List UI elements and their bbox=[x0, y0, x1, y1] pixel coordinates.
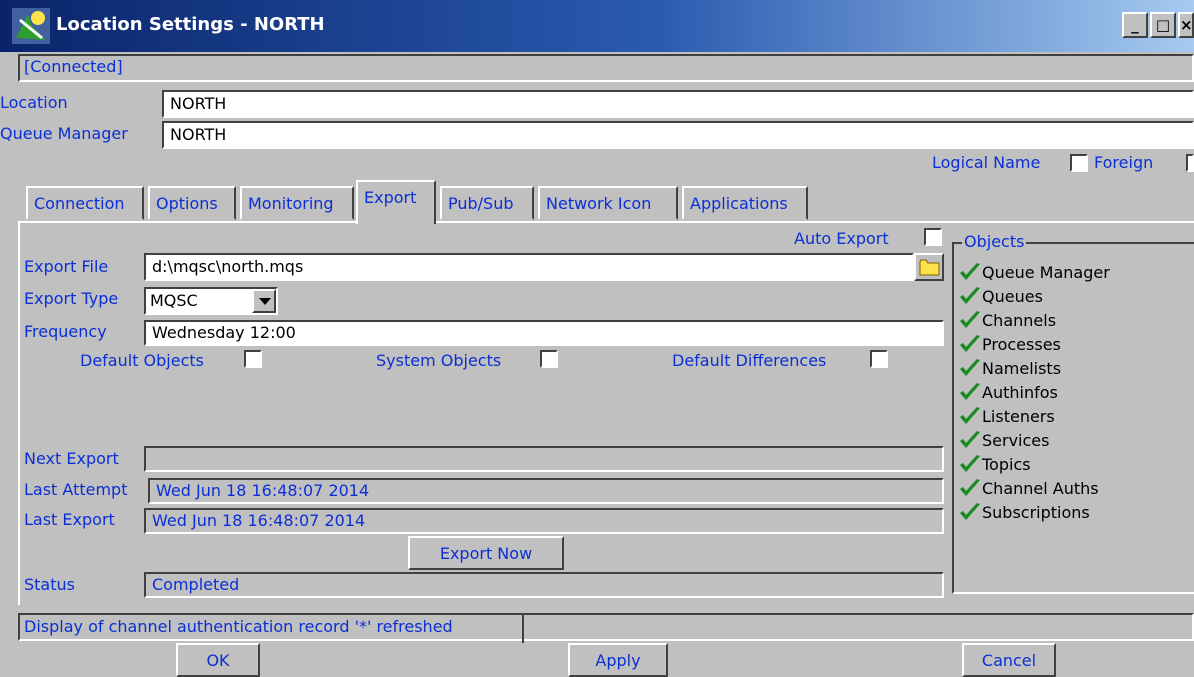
checkmark-icon bbox=[960, 407, 980, 424]
default-differences-label: Default Differences bbox=[672, 351, 827, 370]
object-item-label: Authinfos bbox=[982, 382, 1058, 402]
apply-button[interactable]: Apply bbox=[568, 643, 668, 677]
status-field: Completed bbox=[144, 572, 944, 598]
tab-pubsub[interactable]: Pub/Sub bbox=[440, 186, 534, 220]
last-attempt-label: Last Attempt bbox=[24, 480, 128, 499]
checkmark-icon bbox=[960, 503, 980, 520]
export-type-select[interactable]: MQSC bbox=[144, 287, 278, 315]
export-file-label: Export File bbox=[24, 257, 109, 276]
object-item-label: Listeners bbox=[982, 406, 1055, 426]
tab-connection[interactable]: Connection bbox=[26, 186, 144, 220]
checkmark-icon bbox=[960, 455, 980, 472]
frequency-label: Frequency bbox=[24, 322, 107, 341]
system-objects-label: System Objects bbox=[376, 351, 502, 370]
checkmark-icon bbox=[960, 263, 980, 280]
object-item[interactable]: Services bbox=[958, 428, 1049, 452]
maximize-button[interactable]: □ bbox=[1150, 12, 1176, 38]
object-item[interactable]: Authinfos bbox=[958, 380, 1058, 404]
system-objects-checkbox[interactable] bbox=[540, 350, 558, 368]
status-value: Completed bbox=[152, 575, 240, 594]
folder-icon bbox=[919, 259, 940, 276]
object-item-label: Services bbox=[982, 430, 1050, 450]
object-item-label: Subscriptions bbox=[982, 502, 1090, 522]
next-export-field bbox=[144, 446, 944, 472]
tab-applications[interactable]: Applications bbox=[682, 186, 808, 220]
checkmark-icon bbox=[960, 335, 980, 352]
object-item-label: Queue Manager bbox=[982, 262, 1110, 282]
object-item-label: Processes bbox=[982, 334, 1061, 354]
object-item[interactable]: Subscriptions bbox=[958, 500, 1090, 524]
object-item-label: Channels bbox=[982, 310, 1057, 330]
next-export-value bbox=[146, 448, 942, 452]
auto-export-label: Auto Export bbox=[794, 229, 889, 248]
status-message: Display of channel authentication record… bbox=[20, 615, 524, 643]
logical-name-label: Logical Name bbox=[932, 153, 1041, 172]
object-item-label: Channel Auths bbox=[982, 478, 1099, 498]
window-title: Location Settings - NORTH bbox=[56, 14, 325, 35]
connection-status: [Connected] bbox=[24, 57, 123, 76]
browse-folder-button[interactable] bbox=[914, 253, 944, 281]
default-differences-checkbox[interactable] bbox=[870, 350, 888, 368]
close-button[interactable]: × bbox=[1178, 12, 1194, 38]
foreign-checkbox[interactable] bbox=[1186, 154, 1194, 172]
checkmark-icon bbox=[960, 431, 980, 448]
export-file-value: d:\mqsc\north.mqs bbox=[152, 257, 304, 276]
next-export-label: Next Export bbox=[24, 449, 119, 468]
frequency-input[interactable]: Wednesday 12:00 bbox=[144, 320, 944, 346]
frequency-value: Wednesday 12:00 bbox=[152, 323, 296, 342]
checkmark-icon bbox=[960, 287, 980, 304]
objects-group-title: Objects bbox=[962, 232, 1027, 251]
auto-export-checkbox[interactable] bbox=[924, 228, 942, 246]
location-value: NORTH bbox=[170, 94, 227, 113]
default-objects-label: Default Objects bbox=[80, 351, 204, 370]
location-input[interactable]: NORTH bbox=[162, 90, 1194, 118]
object-item-label: Queues bbox=[982, 286, 1043, 306]
connection-status-bar: [Connected] bbox=[18, 54, 1194, 82]
default-objects-checkbox[interactable] bbox=[244, 350, 262, 368]
object-item[interactable]: Channel Auths bbox=[958, 476, 1099, 500]
export-file-input[interactable]: d:\mqsc\north.mqs bbox=[144, 253, 914, 281]
logical-name-checkbox[interactable] bbox=[1070, 154, 1088, 172]
object-item-label: Namelists bbox=[982, 358, 1062, 378]
object-item[interactable]: Processes bbox=[958, 332, 1061, 356]
last-export-field: Wed Jun 18 16:48:07 2014 bbox=[144, 508, 944, 534]
checkmark-icon bbox=[960, 479, 980, 496]
dropdown-button[interactable] bbox=[252, 289, 276, 313]
checkmark-icon bbox=[960, 311, 980, 328]
object-item[interactable]: Namelists bbox=[958, 356, 1061, 380]
export-type-label: Export Type bbox=[24, 289, 119, 308]
chevron-down-icon bbox=[259, 298, 271, 305]
foreign-label: Foreign bbox=[1094, 153, 1154, 172]
object-item[interactable]: Topics bbox=[958, 452, 1031, 476]
tab-network-icon[interactable]: Network Icon bbox=[538, 186, 678, 220]
location-label: Location bbox=[0, 93, 68, 112]
minimize-button[interactable]: _ bbox=[1122, 12, 1148, 38]
ok-button[interactable]: OK bbox=[176, 643, 260, 677]
queue-manager-input[interactable]: NORTH bbox=[162, 121, 1194, 149]
object-item[interactable]: Listeners bbox=[958, 404, 1055, 428]
last-attempt-value: Wed Jun 18 16:48:07 2014 bbox=[156, 481, 370, 500]
checkmark-icon bbox=[960, 383, 980, 400]
queue-manager-value: NORTH bbox=[170, 125, 227, 144]
object-item[interactable]: Queue Manager bbox=[958, 260, 1110, 284]
object-item[interactable]: Queues bbox=[958, 284, 1043, 308]
app-icon bbox=[12, 8, 50, 44]
last-attempt-field: Wed Jun 18 16:48:07 2014 bbox=[148, 478, 944, 504]
checkmark-icon bbox=[960, 359, 980, 376]
last-export-label: Last Export bbox=[24, 510, 115, 529]
cancel-button[interactable]: Cancel bbox=[962, 643, 1056, 677]
status-label: Status bbox=[24, 575, 75, 594]
tab-options[interactable]: Options bbox=[148, 186, 236, 220]
object-item-label: Topics bbox=[982, 454, 1031, 474]
last-export-value: Wed Jun 18 16:48:07 2014 bbox=[152, 511, 366, 530]
tab-monitoring[interactable]: Monitoring bbox=[240, 186, 354, 220]
tab-export[interactable]: Export bbox=[356, 180, 436, 224]
object-item[interactable]: Channels bbox=[958, 308, 1056, 332]
export-now-button[interactable]: Export Now bbox=[408, 536, 564, 570]
status-bar: Display of channel authentication record… bbox=[18, 613, 1194, 643]
queue-manager-label: Queue Manager bbox=[0, 124, 128, 143]
